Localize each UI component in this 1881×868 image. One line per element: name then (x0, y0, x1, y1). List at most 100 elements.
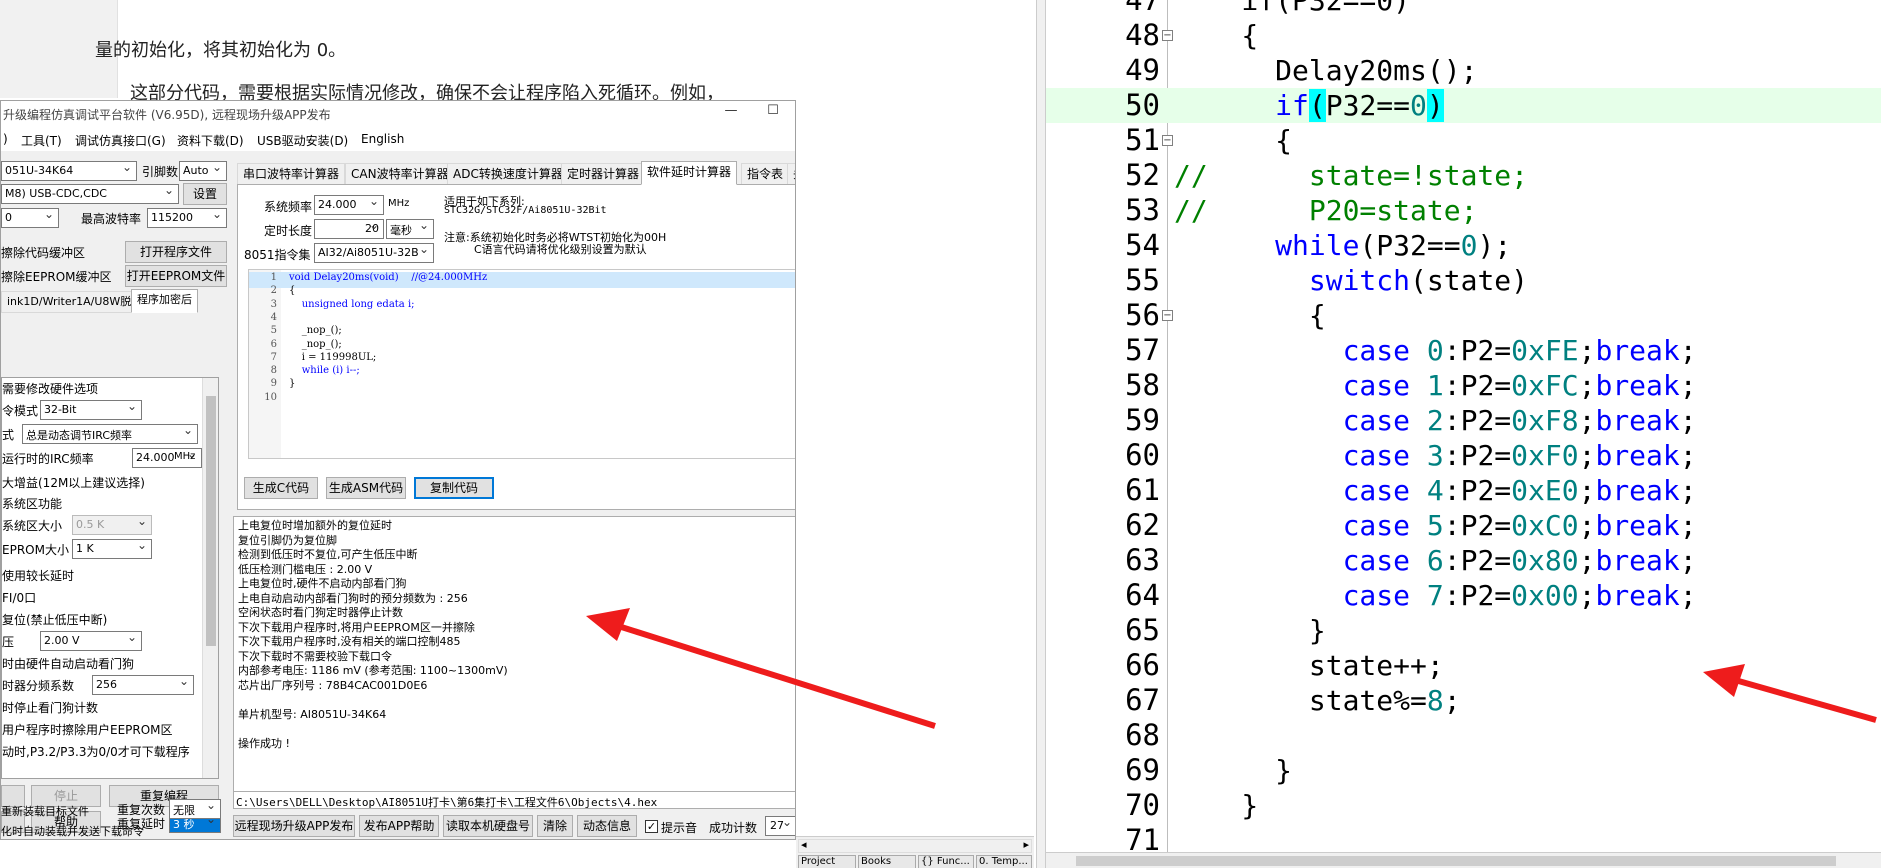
generated-code-view[interactable]: 1 void Delay20ms(void) //@24.000MHz 2 {3 un… (248, 269, 795, 459)
gain-option[interactable]: 大增益(12M以上建议选择) (2, 474, 145, 491)
code-token: ; (1578, 509, 1596, 542)
reset-option[interactable]: 复位(禁止低压中断) (2, 611, 107, 628)
delay-unit-select[interactable]: 毫秒 (386, 219, 434, 239)
line-number: 48 (1125, 18, 1160, 52)
wdt-stop-option[interactable]: 时停止看门狗计数 (2, 699, 98, 716)
keil-code-editor[interactable]: 47 if(P32==0) 48− {49 Delay20ms(); 50 if(P… (1046, 0, 1881, 868)
delay-length-input[interactable]: 20 (314, 219, 384, 239)
code-token: if(P32==0) (1174, 0, 1411, 17)
p32-option[interactable]: 动时,P3.2/P3.3为0/0才可下载程序 (2, 743, 190, 760)
left-panel: 051U-34K64 引脚数 Auto M8) USB-CDC,CDC 设置 0… (1, 159, 229, 839)
instr-set-select[interactable]: AI32/Ai8051U-32B (314, 243, 434, 263)
menu-item-debug[interactable]: 调试仿真接口(G) (75, 132, 166, 149)
menu-item[interactable]: ) (3, 132, 8, 146)
scroll-right-icon[interactable]: ▸ (1023, 838, 1029, 851)
sys-size-select[interactable]: 0.5 K (72, 515, 152, 535)
scan-button[interactable]: 设置 (183, 183, 227, 205)
publish-app-button[interactable]: 远程现场升级APP发布 (233, 815, 355, 837)
menu-item-usb-driver[interactable]: USB驱动安装(D) (257, 132, 348, 149)
instr-mode-select[interactable]: 32-Bit (40, 400, 142, 420)
menu-item-english[interactable]: English (361, 132, 404, 146)
clear-log-button[interactable]: 清除 (537, 815, 573, 837)
fold-toggle-icon[interactable]: − (1162, 30, 1173, 41)
tab-encrypt[interactable]: 程序加密后 (131, 289, 198, 313)
editor-line: 70 } (1046, 788, 1881, 823)
max-baud-select[interactable]: 115200 (147, 208, 227, 228)
gen-asm-button[interactable]: 生成ASM代码 (326, 477, 406, 499)
menu-item-download[interactable]: 资料下载(D) (177, 132, 244, 149)
code-token: break (1595, 439, 1680, 472)
menu-item-tools[interactable]: 工具(T) (21, 132, 62, 149)
voltage-label: 压 (2, 635, 15, 649)
reload-option[interactable]: 重新装载目标文件 (1, 803, 89, 819)
tab-soft-delay[interactable]: 软件延时计算器 (641, 161, 738, 185)
editor-hscroll[interactable] (1046, 852, 1881, 868)
code-token: 0x80 (1511, 544, 1579, 577)
open-eeprom-button[interactable]: 打开EEPROM文件 (125, 265, 227, 287)
min-baud-select[interactable]: 0 (1, 208, 59, 228)
tab-offline[interactable]: ink1D/Writer1A/U8W脱机 (1, 291, 149, 313)
fi-option[interactable]: FI/0口 (2, 589, 36, 606)
log-line: 芯片出厂序列号 : 78B4CAC001D0E6 (238, 678, 428, 692)
project-hscroll[interactable]: ◂ ▸ (798, 838, 1032, 853)
options-scrollbar[interactable] (202, 378, 218, 778)
line-number: 3 (270, 298, 277, 310)
wdt-div-select[interactable]: 256 (92, 675, 194, 695)
tab-can-baud[interactable]: CAN波特率计算器 (345, 163, 455, 185)
auto-reload-option[interactable]: 化时自动装载并发送下载命令 (1, 823, 144, 839)
code-text: _nop_(); (289, 338, 342, 350)
port-select[interactable]: M8) USB-CDC,CDC (1, 184, 179, 204)
wdt-option[interactable]: 时由硬件自动启动看门狗 (2, 655, 134, 672)
clear-code-label[interactable]: 擦除代码缓冲区 (1, 244, 85, 261)
publish-help-button[interactable]: 发布APP帮助 (359, 815, 439, 837)
long-reset-option[interactable]: 使用较长延时 (2, 567, 74, 584)
tab-functions[interactable]: {} Func... (918, 855, 974, 868)
fold-toggle-icon[interactable]: − (1162, 310, 1173, 321)
scroll-left-icon[interactable]: ◂ (801, 838, 807, 851)
sys-freq-select[interactable]: 24.000 (314, 195, 384, 215)
mcu-type-select[interactable]: 051U-34K64 (1, 161, 137, 181)
sys-area-option[interactable]: 系统区功能 (2, 495, 62, 512)
code-token: 0 (1410, 89, 1427, 122)
erase-eeprom-option[interactable]: 用户程序时擦除用户EEPROM区 (2, 721, 173, 738)
maximize-button[interactable]: ☐ (759, 103, 787, 123)
tab-adc-speed[interactable]: ADC转换速度计算器 (447, 163, 569, 185)
dynamic-info-button[interactable]: 动态信息 (577, 815, 637, 837)
pane-splitter[interactable] (1036, 0, 1046, 868)
code-token: if (1275, 89, 1309, 122)
tab-more[interactable]: 头 (787, 163, 795, 185)
eeprom-size-select[interactable]: 1 K (72, 539, 152, 559)
tab-templates[interactable]: 0. Temp... (976, 855, 1032, 868)
minimize-button[interactable]: — (717, 103, 745, 123)
tab-books[interactable]: Books (858, 855, 916, 868)
editor-line: 50 if(P32==0) (1046, 88, 1881, 123)
hardware-options-panel: 需要修改硬件选项 令模式 32-Bit 式 总是动态调节IRC频率 运行时的IR… (1, 377, 219, 779)
gen-c-button[interactable]: 生成C代码 (244, 477, 318, 499)
tab-timer[interactable]: 定时器计算器 (561, 163, 646, 185)
code-token: ; (1679, 544, 1697, 577)
code-token: ; (1679, 509, 1697, 542)
code-text: { (289, 285, 296, 297)
clear-eeprom-label[interactable]: 擦除EEPROM缓冲区 (1, 268, 112, 285)
log-output[interactable]: 上电复位时增加额外的复位延时 复位引脚仍为复位脚 检测到低压时不复位,可产生低压… (233, 516, 795, 796)
fold-toggle-icon[interactable]: − (1162, 135, 1173, 146)
read-disk-button[interactable]: 读取本机硬盘号 (443, 815, 533, 837)
log-line: 操作成功 ! (238, 736, 290, 750)
line-number: 64 (1125, 578, 1160, 612)
tab-uart-baud[interactable]: 串口波特率计算器 (237, 163, 346, 185)
copy-code-button[interactable]: 复制代码 (414, 477, 494, 499)
code-token: 5 (1426, 509, 1444, 542)
beep-checkbox[interactable]: ✓ (645, 820, 658, 833)
pin-count-select[interactable]: Auto (179, 161, 227, 181)
voltage-select[interactable]: 2.00 V (40, 631, 142, 651)
tab-instr-table[interactable]: 指令表 (741, 163, 790, 185)
tab-project[interactable]: Project (798, 855, 856, 868)
repeat-count-select[interactable]: 无限 (169, 799, 221, 819)
irc-mode-select[interactable]: 总是动态调节IRC频率 (22, 424, 198, 444)
code-token: 0xC0 (1511, 509, 1579, 542)
open-program-button[interactable]: 打开程序文件 (125, 241, 227, 263)
